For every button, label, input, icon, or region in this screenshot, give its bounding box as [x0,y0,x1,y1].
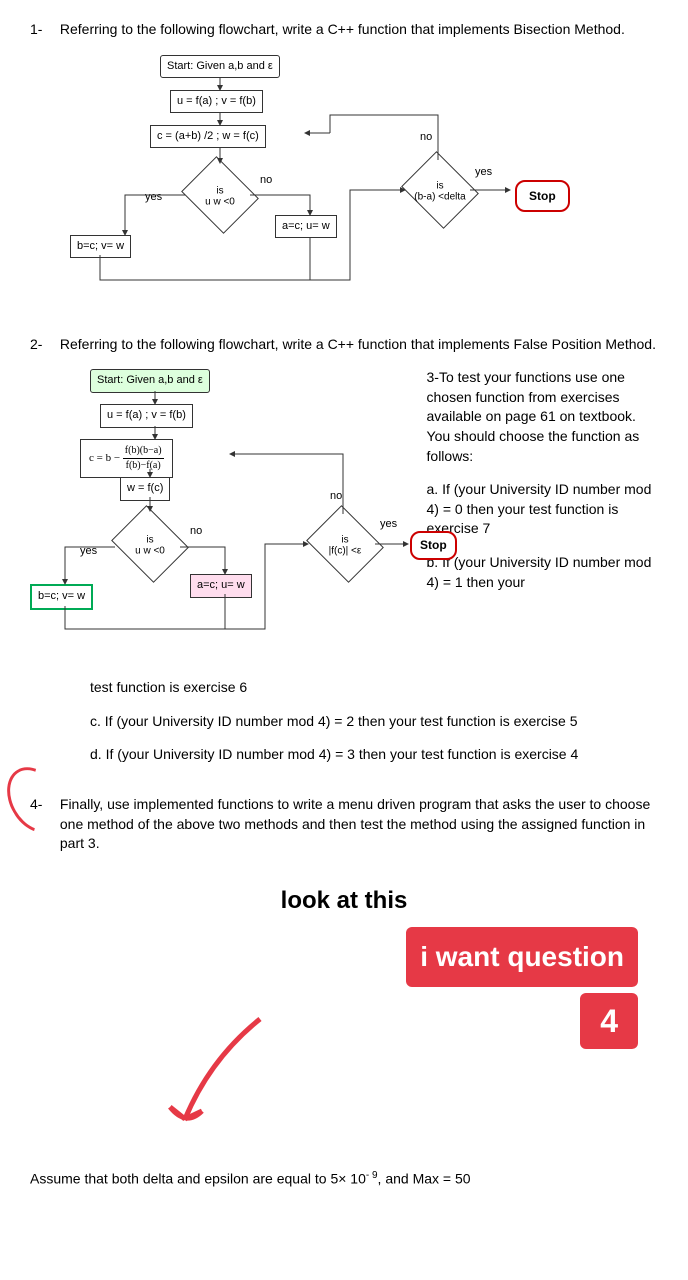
q4-text: Finally, use implemented functions to wr… [60,795,658,854]
fc1-start: Start: Given a,b and ε [160,55,280,78]
fc1-yes1: yes [145,190,162,205]
flowchart-1: Start: Given a,b and ε u = f(a) ; v = f(… [50,55,670,305]
fc2-bc: b=c; v= w [30,584,93,609]
fc1-arrows [50,55,670,305]
fc2-c: c = b − f(b)(b−a)f(b)−f(a) [80,439,173,478]
fc2-yes1: yes [80,544,97,559]
look-at-this-text: look at this [30,884,658,918]
flowchart-2: Start: Given a,b and ε u = f(a) ; v = f(… [50,369,417,649]
q3-b: b. If (your University ID number mod 4) … [427,553,658,592]
q2-text: Referring to the following flowchart, wr… [60,335,658,355]
q3-continued: test function is exercise 6 c. If (your … [90,678,658,765]
fc1-dec-delta: is (b-a) <delta [401,151,479,229]
q1-text: Referring to the following flowchart, wr… [60,20,658,40]
fc2-yes2: yes [380,517,397,532]
fc1-dec-uw: is u w <0 [181,156,259,234]
fc2-dec-eps: is |f(c)| <ε [306,505,384,583]
q3-c: c. If (your University ID number mod 4) … [90,712,658,732]
question-2: 2- Referring to the following flowchart,… [30,335,658,765]
question-3-side: 3-To test your functions use one chosen … [427,354,658,664]
fc2-ac: a=c; u= w [190,574,252,597]
i-want-question-badge: i want question [406,927,638,986]
fc1-ac: a=c; u= w [275,215,337,238]
q1-number: 1- [30,20,56,40]
fc2-no1: no [190,524,202,539]
fc1-no1: no [260,173,272,188]
fc2-start: Start: Given a,b and ε [90,369,210,392]
fc1-no2: no [420,130,432,145]
i-want-question-number: 4 [580,993,638,1050]
q3-intro: 3-To test your functions use one chosen … [427,368,658,466]
fc2-w: w = f(c) [120,477,170,500]
fc2-uv: u = f(a) ; v = f(b) [100,404,193,427]
fc2-dec-uw: is u w <0 [111,505,189,583]
fc1-stop: Stop [515,180,570,213]
q3-bcont: test function is exercise 6 [90,678,658,698]
fc1-bc: b=c; v= w [70,235,131,258]
annotation-area: look at this i want question 4 [30,884,658,1050]
q2-number: 2- [30,335,56,355]
q3-d: d. If (your University ID number mod 4) … [90,745,658,765]
assume-note: Assume that both delta and epsilon are e… [30,1169,658,1189]
red-arrow-icon [160,1009,280,1149]
fc2-no2: no [330,489,342,504]
fc1-c: c = (a+b) /2 ; w = f(c) [150,125,266,148]
q3-a: a. If (your University ID number mod 4) … [427,480,658,539]
fc2-stop: Stop [410,531,457,560]
question-4: 4- Finally, use implemented functions to… [30,795,658,854]
fc1-yes2: yes [475,165,492,180]
fc1-uv: u = f(a) ; v = f(b) [170,90,263,113]
question-1: 1- Referring to the following flowchart,… [30,20,658,305]
